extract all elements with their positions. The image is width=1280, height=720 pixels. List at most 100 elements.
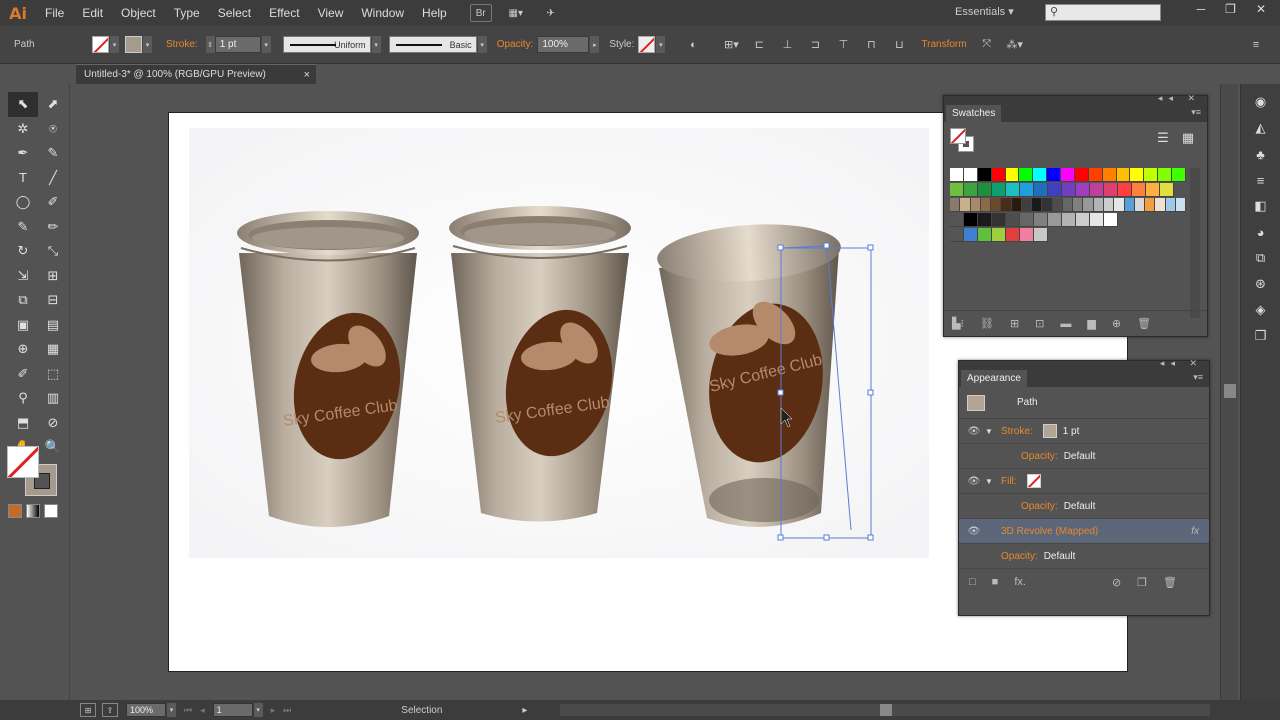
visibility-eye-icon[interactable]: 👁 [963,526,985,537]
swatch-cell[interactable] [1006,228,1020,242]
visibility-eye-icon[interactable]: 👁 [963,476,985,487]
swatch-cell[interactable] [977,168,992,182]
swatch-cell[interactable] [991,168,1006,182]
isolate-icon[interactable]: ⤧ [979,37,995,53]
grid-view-icon[interactable]: ▦ [1179,129,1197,147]
swatch-cell[interactable] [1047,168,1061,182]
appearance-attribute-label[interactable]: Opacity: [1021,501,1058,512]
brush-definition[interactable]: Basic [388,36,477,53]
control-options-icon[interactable]: ⁂▾ [1006,37,1023,53]
swatch-cell[interactable] [978,213,992,227]
opacity-dropdown[interactable]: ▸ [590,36,600,53]
swatch-cell[interactable] [992,213,1006,227]
stroke-dropdown[interactable]: ▾ [143,36,152,53]
document-setup-icon[interactable]: ⊞▾ [723,37,739,53]
clear-appearance-icon[interactable]: ⊘ [1112,576,1121,589]
type-tool-icon[interactable]: T [8,166,38,191]
appearance-menu-icon[interactable]: ▾≡ [1193,372,1203,383]
menu-help[interactable]: Help [413,0,456,26]
menu-object[interactable]: Object [112,0,165,26]
swatch-cell[interactable] [1033,168,1048,182]
swatch-cell[interactable] [1093,198,1104,212]
align-left-icon[interactable]: ⊏ [751,37,767,53]
swatch-cell[interactable] [1020,228,1034,242]
zoom-2-tool-icon[interactable]: 🔍 [38,435,68,460]
swatch-cell[interactable] [1061,168,1075,182]
swatches-menu-icon[interactable]: ▾≡ [1191,107,1201,118]
lasso-tool-icon[interactable]: ⍟ [38,117,68,142]
swatch-cell[interactable] [1145,198,1156,212]
artboard-dropdown[interactable]: ▾ [253,703,263,717]
swatch-fill-indicator[interactable] [950,128,966,144]
menu-edit[interactable]: Edit [73,0,112,26]
menu-window[interactable]: Window [352,0,413,26]
add-fill-icon[interactable]: ■ [992,576,999,588]
swatch-cell[interactable] [1048,183,1062,197]
stroke-color-swatch[interactable] [1042,424,1057,438]
visibility-eye-icon[interactable]: 👁 [963,426,985,437]
swatch-cell[interactable] [960,198,971,212]
swatch-cell[interactable] [1175,198,1187,212]
swatch-cell[interactable] [964,228,978,242]
screen-mode-icon[interactable]: ⊞ [80,703,96,717]
restore-button[interactable]: ❐ [1225,2,1236,16]
swatch-cell[interactable] [1062,183,1076,197]
artboards-icon[interactable]: ❐ [1251,326,1271,346]
add-effect-icon[interactable]: fx. [1014,576,1026,588]
gradient-tool-icon[interactable]: ▤ [38,313,68,338]
swatch-cell[interactable] [1102,168,1117,182]
swatch-cell[interactable] [1118,183,1132,197]
add-stroke-icon[interactable]: □ [969,576,976,588]
swatch-cell[interactable] [978,183,992,197]
column-graph-tool-icon[interactable]: ⬚ [38,362,68,387]
gradient-panel-icon[interactable]: ◧ [1251,196,1271,216]
menu-select[interactable]: Select [209,0,260,26]
swatch-cell[interactable] [1083,198,1094,212]
swatch-cell[interactable] [964,183,978,197]
swatch-cell[interactable] [1130,168,1145,182]
swatch-cell[interactable] [1062,213,1076,227]
width-tool-icon[interactable]: ⇲ [8,264,38,289]
menu-file[interactable]: File [36,0,73,26]
scale-tool-icon[interactable]: ⤡ [38,239,68,264]
align-right-icon[interactable]: ⊐ [807,37,823,53]
mesh-tool-icon[interactable]: ▣ [8,313,38,338]
swatch-cell[interactable] [992,228,1006,242]
horizontal-scrollbar[interactable] [560,704,1210,716]
shape-builder-tool-icon[interactable]: ⧉ [8,288,38,313]
artboard-tool-icon[interactable]: ⚲ [8,386,38,411]
appearance-tab[interactable]: Appearance [961,370,1027,387]
swatch-cell[interactable] [1052,198,1063,212]
curvature-tool-icon[interactable]: ✎ [38,141,68,166]
swatch-options-icon[interactable]: ⊡ [1035,317,1044,330]
arrange-documents-button[interactable]: ▦▾ [502,4,530,22]
swatch-cell[interactable] [1160,183,1174,197]
perspective-grid-tool-icon[interactable]: ⊟ [38,288,68,313]
new-group-icon[interactable]: ▆ [1087,317,1095,330]
swatch-cell[interactable] [950,168,964,182]
eraser-tool-icon[interactable]: ✏ [38,215,68,240]
swatch-cell[interactable] [1011,198,1022,212]
appearance-attribute-label[interactable]: 3D Revolve (Mapped) [1001,526,1098,537]
opacity-input[interactable]: 100% [537,36,590,53]
export-icon[interactable]: ⇪ [102,703,118,717]
appearance-value[interactable]: 1 pt [1063,426,1080,437]
current-tool-label[interactable]: Selection [401,705,442,716]
duplicate-item-icon[interactable]: ❐ [1137,576,1147,589]
menu-view[interactable]: View [309,0,353,26]
fill-none-swatch[interactable] [1026,474,1041,488]
appearance-attribute-label[interactable]: Stroke: [1001,426,1033,437]
close-button[interactable]: ✕ [1256,2,1266,16]
line-segment-tool-icon[interactable]: ╱ [38,166,68,191]
magic-wand-tool-icon[interactable]: ✲ [8,117,38,142]
appearance-row[interactable]: 👁 ▼ Fill: [959,469,1209,494]
artboard-number-input[interactable]: 1 [212,703,253,717]
none-button[interactable] [44,504,58,518]
slice-tool-icon[interactable]: ▥ [38,386,68,411]
close-document-icon[interactable]: × [304,69,310,81]
swatch-cell[interactable] [1021,198,1033,212]
zoom-tool-icon[interactable]: ⊘ [38,411,68,436]
zoom-input[interactable]: 100% [126,703,166,717]
swatch-cell[interactable] [1088,168,1103,182]
swatch-cell[interactable] [1172,168,1186,182]
